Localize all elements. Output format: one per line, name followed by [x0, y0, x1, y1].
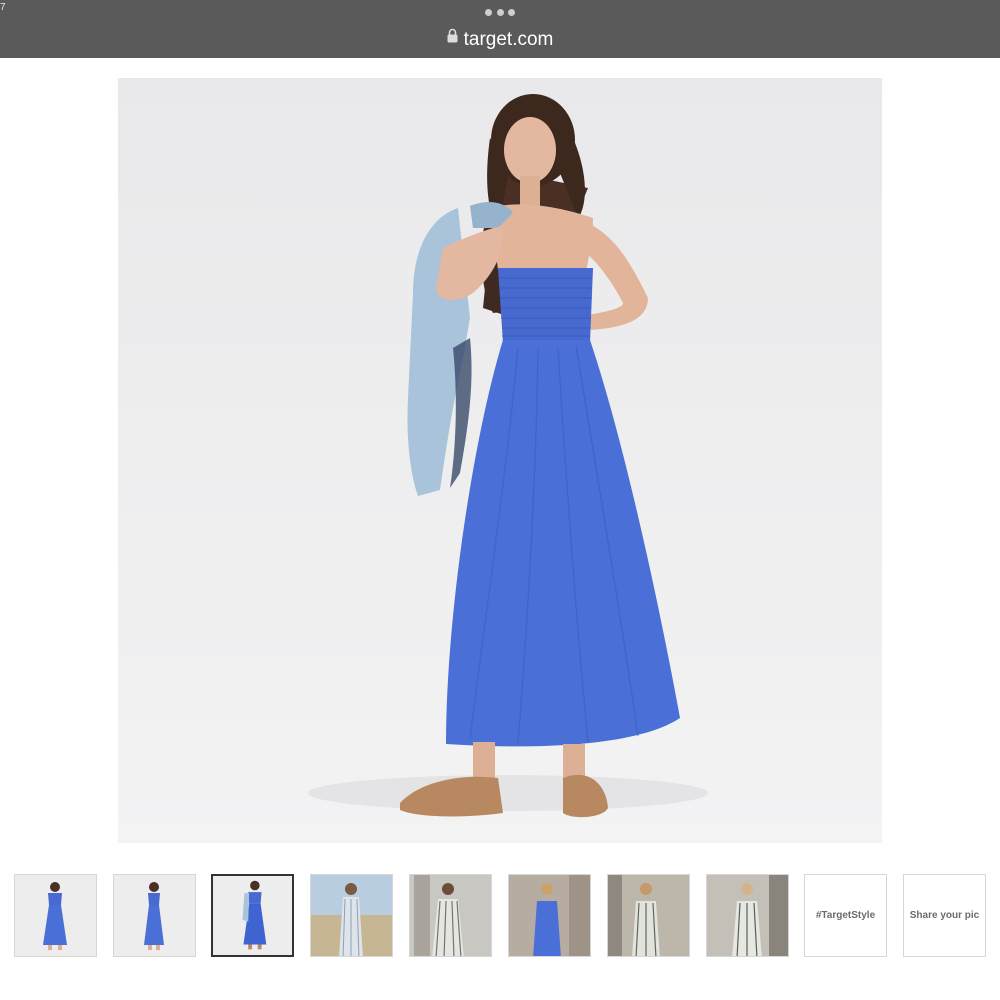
thumbnail-8[interactable]: [706, 874, 789, 957]
thumbnail-strip: #TargetStyle Share your pic: [14, 874, 994, 958]
targetstyle-tile[interactable]: #TargetStyle: [804, 874, 887, 957]
thumbnail-1[interactable]: [14, 874, 97, 957]
status-corner-text: 7: [0, 2, 6, 13]
share-your-pic-tile[interactable]: Share your pic: [903, 874, 986, 957]
address-bar[interactable]: target.com: [0, 28, 1000, 52]
thumbnail-7[interactable]: [607, 874, 690, 957]
thumbnail-5[interactable]: [409, 874, 492, 957]
ellipsis-icon[interactable]: [485, 9, 515, 17]
share-your-pic-label: Share your pic: [909, 910, 980, 921]
thumbnail-4[interactable]: [310, 874, 393, 957]
thumbnail-3[interactable]: [211, 874, 294, 957]
lock-icon: [447, 26, 458, 50]
thumbnail-2[interactable]: [113, 874, 196, 957]
browser-bar: 7 target.com: [0, 0, 1000, 58]
url-text: target.com: [463, 29, 554, 50]
product-main-image[interactable]: [118, 78, 882, 843]
thumbnail-6[interactable]: [508, 874, 591, 957]
targetstyle-label: #TargetStyle: [815, 910, 876, 921]
